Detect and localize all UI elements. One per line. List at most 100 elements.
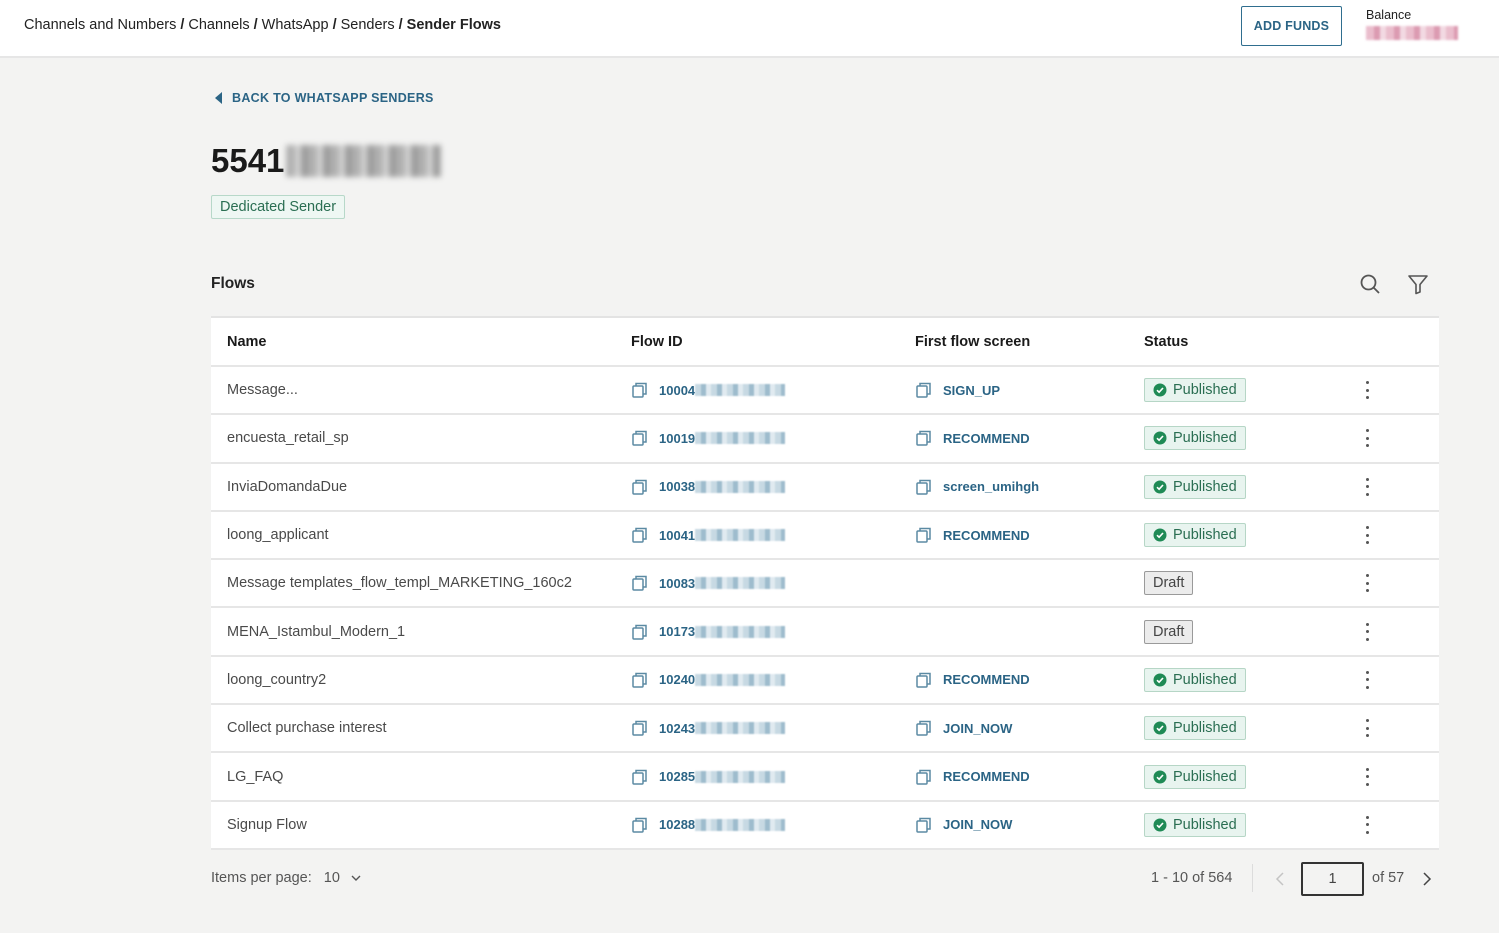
copy-icon <box>632 382 647 398</box>
copy-icon <box>632 624 647 640</box>
flow-id-link[interactable]: 10285 <box>631 753 786 799</box>
flow-id-link[interactable]: 10004 <box>631 367 786 413</box>
copy-icon <box>632 527 647 543</box>
page-title: 5541 <box>211 142 442 180</box>
table-row[interactable]: Message templates_flow_templ_MARKETING_1… <box>211 560 1439 609</box>
previous-page-button[interactable] <box>1272 870 1290 888</box>
flow-id-value: 10243 <box>659 720 696 736</box>
row-actions-menu-button[interactable] <box>1357 560 1377 606</box>
status-label: Published <box>1173 720 1237 737</box>
flow-id-link[interactable]: 10288 <box>631 802 786 848</box>
flow-id-link[interactable]: 10243 <box>631 705 786 751</box>
flow-name: encuesta_retail_sp <box>227 430 349 447</box>
table-row[interactable]: Message... 10004 SIGN_UP Published <box>211 367 1439 416</box>
row-actions-menu-button[interactable] <box>1357 512 1377 558</box>
first-flow-screen-link[interactable]: RECOMMEND <box>915 415 1030 461</box>
flow-id-link[interactable]: 10173 <box>631 608 786 654</box>
total-pages: of 57 <box>1372 870 1405 886</box>
more-vertical-icon <box>1365 477 1369 496</box>
flow-id-value: 10083 <box>659 575 696 591</box>
table-row[interactable]: MENA_Istambul_Modern_1 10173 Draft <box>211 608 1439 657</box>
flow-name: InviaDomandaDue <box>227 478 348 495</box>
table-row[interactable]: Collect purchase interest 10243 JOIN_NOW Pu… <box>211 705 1439 754</box>
flow-id-value: 10019 <box>659 430 696 446</box>
table-row[interactable]: encuesta_retail_sp 10019 RECOMMEND Publishe… <box>211 415 1439 464</box>
flow-id-link[interactable]: 10083 <box>631 560 786 606</box>
row-actions-menu-button[interactable] <box>1357 657 1377 703</box>
column-header-status[interactable]: Status <box>1144 318 1188 365</box>
flow-id-link[interactable]: 10240 <box>631 657 786 703</box>
more-vertical-icon <box>1365 526 1369 545</box>
status-label: Draft <box>1153 623 1185 640</box>
first-flow-screen-link[interactable]: screen_umihgh <box>915 464 1039 510</box>
first-flow-screen-link[interactable]: RECOMMEND <box>915 657 1030 703</box>
more-vertical-icon <box>1365 767 1369 786</box>
table-row[interactable]: InviaDomandaDue 10038 screen_umihgh Publish… <box>211 464 1439 512</box>
first-flow-screen-value: RECOMMEND <box>943 672 1030 688</box>
status-badge: Published <box>1144 812 1246 837</box>
table-row[interactable]: LG_FAQ 10285 RECOMMEND Published <box>211 753 1439 802</box>
column-header-flow-id[interactable]: Flow ID <box>631 318 683 365</box>
flow-id-value: 10004 <box>659 382 696 398</box>
breadcrumb-separator: / <box>398 17 403 33</box>
back-to-senders-link[interactable]: BACK TO WHATSAPP SENDERS <box>215 91 434 105</box>
sender-number-prefix: 5541 <box>211 142 285 179</box>
flow-id-value: 10038 <box>659 479 696 495</box>
status-label: Published <box>1173 382 1237 399</box>
flow-id-link[interactable]: 10019 <box>631 415 786 461</box>
copy-icon <box>916 769 931 785</box>
current-page-input[interactable] <box>1301 862 1364 896</box>
flow-id-redacted <box>695 529 786 542</box>
row-actions-menu-button[interactable] <box>1357 415 1377 461</box>
row-actions-menu-button[interactable] <box>1357 367 1377 413</box>
flow-id-link[interactable]: 10038 <box>631 464 786 510</box>
column-header-name[interactable]: Name <box>227 318 267 365</box>
items-per-page-select[interactable]: 10 <box>324 870 362 886</box>
first-flow-screen-link[interactable]: JOIN_NOW <box>915 802 1012 848</box>
status-badge: Published <box>1144 716 1246 741</box>
breadcrumb-separator: / <box>332 17 337 33</box>
flow-id-redacted <box>695 770 786 783</box>
breadcrumb-item-senders[interactable]: Senders <box>341 17 395 33</box>
row-actions-menu-button[interactable] <box>1357 608 1377 654</box>
row-actions-menu-button[interactable] <box>1357 753 1377 799</box>
flow-id-value: 10240 <box>659 672 696 688</box>
breadcrumb-item-whatsapp[interactable]: WhatsApp <box>262 17 329 33</box>
breadcrumb-item-channels[interactable]: Channels <box>188 17 249 33</box>
first-flow-screen-link[interactable]: RECOMMEND <box>915 753 1030 799</box>
flow-id-link[interactable]: 10041 <box>631 512 786 558</box>
flow-id-redacted <box>695 577 786 590</box>
check-circle-icon <box>1153 818 1167 832</box>
copy-icon <box>916 431 931 447</box>
row-actions-menu-button[interactable] <box>1357 802 1377 848</box>
copy-icon <box>632 817 647 833</box>
status-cell: Published <box>1144 512 1246 558</box>
filter-button[interactable] <box>1406 272 1430 296</box>
chevron-down-icon <box>351 875 361 881</box>
status-badge: Published <box>1144 378 1246 403</box>
row-actions-menu-button[interactable] <box>1357 464 1377 510</box>
add-funds-button[interactable]: ADD FUNDS <box>1241 6 1342 46</box>
more-vertical-icon <box>1365 574 1369 593</box>
flows-table: Name Flow ID First flow screen Status Me… <box>211 316 1439 850</box>
table-row[interactable]: loong_country2 10240 RECOMMEND Published <box>211 657 1439 706</box>
copy-icon <box>916 527 931 543</box>
column-header-first-flow-screen[interactable]: First flow screen <box>915 318 1030 365</box>
check-circle-icon <box>1153 528 1167 542</box>
flows-section-title: Flows <box>211 275 255 292</box>
row-actions-menu-button[interactable] <box>1357 705 1377 751</box>
table-row[interactable]: loong_applicant 10041 RECOMMEND Published <box>211 512 1439 561</box>
search-button[interactable] <box>1358 272 1382 296</box>
first-flow-screen-link[interactable]: JOIN_NOW <box>915 705 1012 751</box>
copy-icon <box>632 769 647 785</box>
more-vertical-icon <box>1365 815 1369 834</box>
flow-name: MENA_Istambul_Modern_1 <box>227 623 406 640</box>
next-page-button[interactable] <box>1417 870 1435 888</box>
first-flow-screen-link[interactable]: RECOMMEND <box>915 512 1030 558</box>
flow-id-redacted <box>695 480 786 493</box>
flow-name: Signup Flow <box>227 816 307 833</box>
breadcrumb-item-channels-and-numbers[interactable]: Channels and Numbers <box>24 17 176 33</box>
status-label: Published <box>1173 816 1237 833</box>
first-flow-screen-link[interactable]: SIGN_UP <box>915 367 1000 413</box>
table-row[interactable]: Signup Flow 10288 JOIN_NOW Published <box>211 802 1439 850</box>
